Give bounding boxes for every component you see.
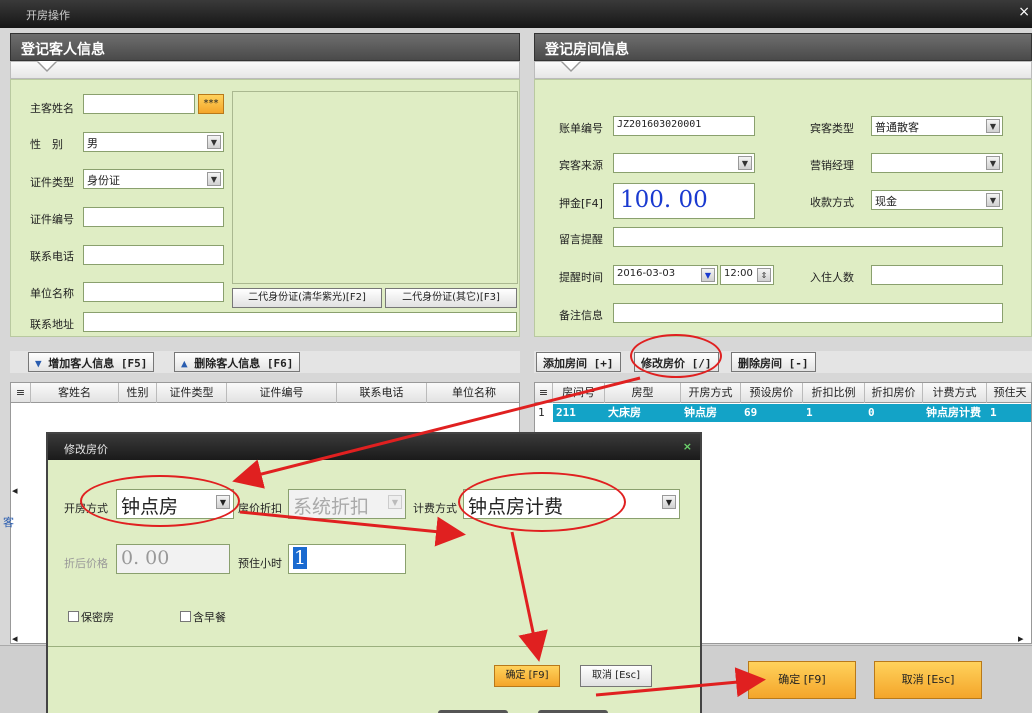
arrow-2 xyxy=(239,510,466,547)
arrow-1 xyxy=(232,376,641,489)
arrow-3 xyxy=(510,531,548,662)
open-room-window: 开房操作 × 登记客人信息 主客姓名 *** 性 别 男 ▼ 证件类型 身份证 ▼ … xyxy=(0,0,1032,713)
annotation-arrows xyxy=(232,376,766,698)
arrow-4 xyxy=(595,667,766,698)
